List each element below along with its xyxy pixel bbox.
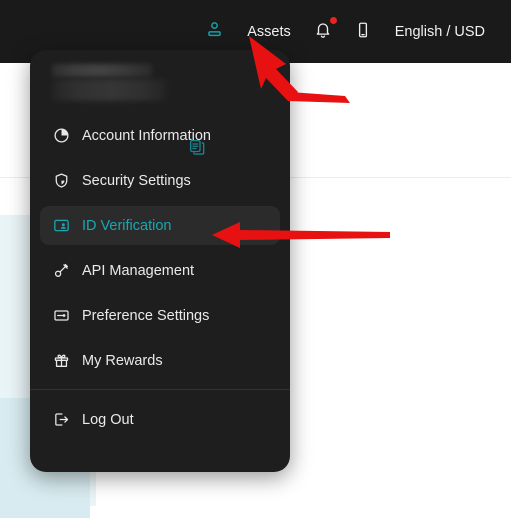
menu-item-label: Preference Settings [82,307,210,324]
menu-item-log-out[interactable]: Log Out [40,400,280,439]
account-dropdown-menu: Account Information Security Settings ID… [30,50,290,472]
menu-item-preference-settings[interactable]: Preference Settings [40,296,280,335]
account-id-redacted [52,79,167,101]
menu-item-label: Security Settings [82,172,191,189]
header-notifications-button[interactable] [303,0,343,63]
logout-section: Log Out [30,390,290,439]
account-summary-block [30,50,290,112]
mobile-phone-icon [354,21,372,43]
copy-icon [188,139,206,160]
user-person-icon [205,20,224,43]
menu-item-security-settings[interactable]: Security Settings [40,161,280,200]
sliders-arrow-icon [52,307,70,325]
menu-item-id-verification[interactable]: ID Verification [40,206,280,245]
header-language-currency-selector[interactable]: English / USD [383,0,497,63]
account-menu-list: Account Information Security Settings ID… [30,112,290,380]
shield-icon [52,172,70,190]
menu-item-label: My Rewards [82,352,163,369]
id-card-icon [52,217,70,235]
account-name-redacted [52,64,152,77]
menu-item-my-rewards[interactable]: My Rewards [40,341,280,380]
header-assets-label: Assets [247,23,291,40]
menu-item-api-management[interactable]: API Management [40,251,280,290]
logout-arrow-icon [52,411,70,429]
bell-icon [314,21,332,43]
header-locale-label: English / USD [394,23,485,40]
header-mobile-app-button[interactable] [343,0,383,63]
menu-item-label: API Management [82,262,195,279]
copy-account-id-button[interactable] [188,138,206,156]
gift-icon [52,352,70,370]
menu-item-label: Log Out [82,411,134,428]
key-plug-icon [52,262,70,280]
notification-badge-dot [329,17,337,24]
pie-chart-icon [52,127,70,145]
menu-item-label: ID Verification [82,217,172,234]
menu-item-account-information[interactable]: Account Information [40,116,280,155]
